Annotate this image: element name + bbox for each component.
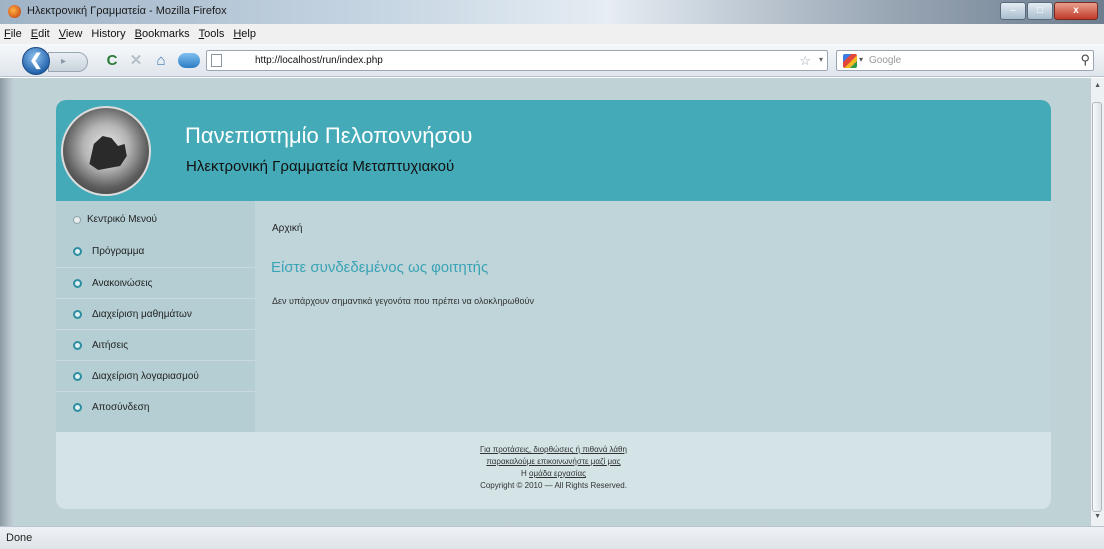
menu-history[interactable]: History: [91, 28, 125, 40]
sidebar-item-label: Πρόγραμμα: [92, 246, 145, 257]
search-input[interactable]: Google: [869, 55, 901, 66]
maximize-button[interactable]: □: [1027, 2, 1053, 20]
footer-feedback-link[interactable]: Για προτάσεις, διορθώσεις ή πιθανά λάθη: [480, 445, 627, 454]
menu-view[interactable]: View: [59, 28, 83, 40]
university-seal-logo: [61, 106, 151, 196]
home-icon[interactable]: ⌂: [152, 52, 170, 70]
bullet-icon: [73, 371, 82, 381]
menu-tools[interactable]: Tools: [199, 28, 225, 40]
close-button[interactable]: x: [1054, 2, 1098, 20]
bookmark-star-icon[interactable]: ☆: [799, 53, 811, 69]
browser-viewport: Πανεπιστημίο Πελοποννήσου Ηλεκτρονική Γρ…: [0, 78, 1104, 526]
navigation-toolbar: ▸ ❮ C ✕ ⌂ http://localhost/run/index.php…: [0, 44, 1104, 77]
scroll-up-arrow-icon[interactable]: ▲: [1094, 82, 1101, 89]
scrollbar-thumb[interactable]: [1092, 102, 1102, 512]
menubar: File Edit View History Bookmarks Tools H…: [0, 24, 1104, 44]
events-message: Δεν υπάρχουν σημαντικά γεγονότα που πρέπ…: [272, 296, 534, 306]
scroll-down-arrow-icon[interactable]: ▼: [1094, 513, 1101, 520]
reload-icon[interactable]: C: [104, 52, 120, 70]
sidebar-item-label: Ανακοινώσεις: [92, 277, 153, 289]
bullet-icon: [73, 278, 82, 288]
status-text: Done: [6, 532, 33, 544]
status-bar: Done: [0, 526, 1104, 549]
bullet-icon: [73, 340, 82, 350]
sidebar-item-courses[interactable]: Διαχείριση μαθημάτων: [56, 298, 255, 329]
window-titlebar: Ηλεκτρονική Γραμματεία - Mozilla Firefox…: [0, 0, 1104, 24]
menu-file[interactable]: File: [4, 28, 22, 40]
site-title: Πανεπιστημίο Πελοποννήσου: [185, 123, 473, 148]
menu-help[interactable]: Help: [233, 28, 256, 40]
bullet-icon: [73, 247, 82, 256]
back-button[interactable]: ❮: [22, 47, 50, 75]
page-container: Πανεπιστημίο Πελοποννήσου Ηλεκτρονική Γρ…: [56, 100, 1051, 509]
site-subtitle: Ηλεκτρονική Γραμματεία Μεταπτυχιακού: [186, 158, 455, 175]
page-heading: Είστε συνδεδεμένος ως φοιτητής: [271, 259, 489, 276]
sidebar-item-applications[interactable]: Αιτήσεις: [56, 329, 255, 360]
main-content: Αρχική Είστε συνδεδεμένος ως φοιτητής Δε…: [255, 201, 1051, 432]
left-edge: [0, 78, 14, 526]
sidebar-item-account[interactable]: Διαχείριση λογαριασμού: [56, 360, 255, 391]
url-dropdown-icon[interactable]: ▾: [819, 55, 823, 64]
sidebar-menu: Κεντρικό Μενού Πρόγραμμα Ανακοινώσεις Δι…: [56, 201, 255, 432]
stop-icon[interactable]: ✕: [128, 52, 144, 70]
sidebar-item-label: Διαχείριση λογαριασμού: [92, 370, 199, 382]
vertical-scrollbar[interactable]: ▲ ▼: [1090, 78, 1104, 526]
sidebar-item-label: Διαχείριση μαθημάτων: [92, 308, 192, 320]
search-bar[interactable]: ▾ Google ⚲: [836, 50, 1094, 71]
window-title: Ηλεκτρονική Γραμματεία - Mozilla Firefox: [27, 5, 227, 17]
url-bar[interactable]: http://localhost/run/index.php ☆ ▾: [206, 50, 828, 71]
sidebar-list: Πρόγραμμα Ανακοινώσεις Διαχείριση μαθημά…: [56, 236, 255, 422]
forward-button[interactable]: ▸: [48, 52, 88, 72]
sidebar-item-label: Αποσύνδεση: [92, 401, 150, 413]
sidebar-item-logout[interactable]: Αποσύνδεση: [56, 391, 255, 422]
search-icon[interactable]: ⚲: [1080, 52, 1090, 68]
firefox-icon: [8, 5, 21, 18]
menu-bookmarks[interactable]: Bookmarks: [135, 28, 190, 40]
menu-edit[interactable]: Edit: [31, 28, 50, 40]
page-icon: [211, 54, 222, 67]
sidebar-item-label: Αιτήσεις: [92, 339, 129, 351]
bullet-icon: [73, 309, 82, 319]
breadcrumb: Αρχική: [272, 223, 303, 234]
site-header: Πανεπιστημίο Πελοποννήσου Ηλεκτρονική Γρ…: [56, 100, 1051, 201]
bookmarks-toolbar-icon[interactable]: [178, 53, 200, 68]
menu-title-bullet-icon: [73, 215, 81, 224]
footer-contact-link[interactable]: παρακαλούμε επικοινωνήστε μαζί μας: [486, 457, 620, 466]
sidebar-item-program[interactable]: Πρόγραμμα: [56, 236, 255, 267]
footer-team-line: Η ομάδα εργασίας: [521, 469, 586, 478]
menu-title: Κεντρικό Μενού: [73, 214, 157, 225]
bullet-icon: [73, 402, 82, 412]
seal-emblem: [89, 136, 127, 170]
site-footer: Για προτάσεις, διορθώσεις ή πιθανά λάθη …: [56, 432, 1051, 509]
search-engine-dropdown-icon[interactable]: ▾: [859, 55, 863, 64]
sidebar-item-announcements[interactable]: Ανακοινώσεις: [56, 267, 255, 298]
footer-team-link[interactable]: ομάδα εργασίας: [529, 469, 586, 478]
search-engine-icon[interactable]: [843, 54, 857, 68]
footer-copyright: Copyright © 2010 — All Rights Reserved.: [480, 481, 627, 490]
url-text[interactable]: http://localhost/run/index.php: [255, 55, 383, 66]
window-controls: – □ x: [999, 2, 1098, 20]
minimize-button[interactable]: –: [1000, 2, 1026, 20]
